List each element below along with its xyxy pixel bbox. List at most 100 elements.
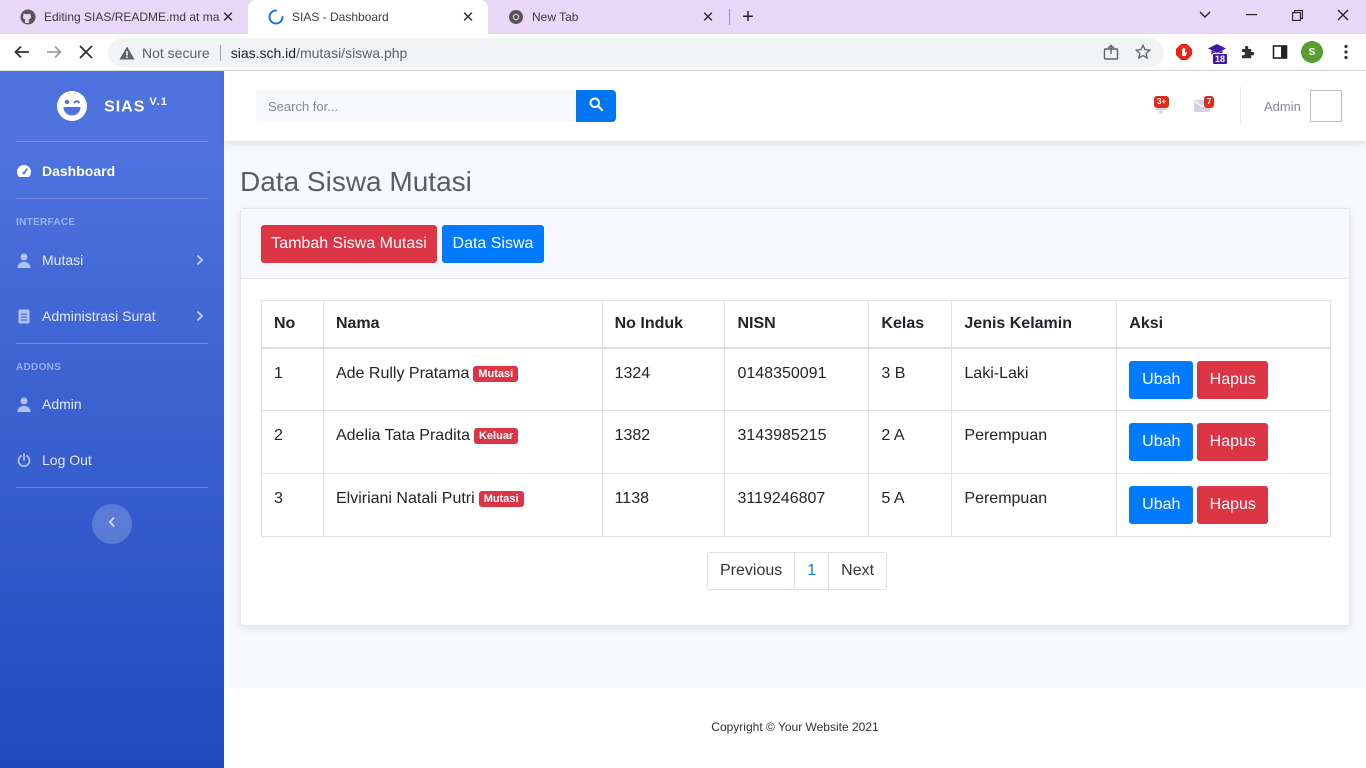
sidebar-item-label: Admin <box>42 396 82 412</box>
cell-nama: Ade Rully Pratama Mutasi <box>322 347 603 411</box>
sidebar-item-mutasi[interactable]: Mutasi <box>0 232 224 288</box>
pagination-page[interactable]: 1 <box>795 553 830 589</box>
close-tab-icon[interactable]: ✕ <box>460 9 476 26</box>
sidebar-divider <box>16 198 208 199</box>
browser-toolbar: Not secure sias.sch.id/mutasi/siswa.php … <box>0 34 1366 71</box>
sidebar-item-label: Administrasi Surat <box>42 308 156 324</box>
adblock-extension-icon[interactable] <box>1174 42 1194 62</box>
messages-badge: 7 <box>1204 96 1215 108</box>
user-name[interactable]: Admin <box>1264 99 1301 114</box>
column-header-jenis-kelamin: Jenis Kelamin <box>951 300 1118 349</box>
browser-tab-strip: Editing SIAS/README.md at mas ✕ SIAS - D… <box>0 0 1366 34</box>
chevron-right-icon <box>194 308 206 324</box>
extensions-puzzle-icon[interactable] <box>1238 42 1258 62</box>
alerts-badge: 3+ <box>1154 96 1170 108</box>
back-icon[interactable] <box>9 39 35 65</box>
cell-no: 3 <box>261 473 324 537</box>
status-badge: Mutasi <box>478 491 524 507</box>
brand-text: SIAS <box>104 98 146 116</box>
column-header-nisn: NISN <box>724 300 870 349</box>
sidebar-item-logout[interactable]: Log Out <box>0 432 224 488</box>
sidebar-item-admin[interactable]: Admin <box>0 376 224 432</box>
brand-version: V.1 <box>149 95 168 108</box>
cell-nisn: 3143985215 <box>724 410 870 474</box>
tab-new-tab[interactable]: New Tab ✕ <box>488 0 728 34</box>
page-title: Data Siswa Mutasi <box>240 166 472 197</box>
sidebar-item-administrasi-surat[interactable]: Administrasi Surat <box>0 288 224 344</box>
cell-aksi: Ubah Hapus <box>1116 410 1331 474</box>
hapus-button[interactable]: Hapus <box>1197 360 1269 399</box>
tab-sias-dashboard[interactable]: SIAS - Dashboard ✕ <box>248 0 488 34</box>
sidebar-toggle-button[interactable] <box>92 504 132 544</box>
copyright-text: Copyright © Your Website 2021 <box>711 720 879 734</box>
cell-no: 1 <box>261 347 324 411</box>
share-icon[interactable] <box>1102 43 1120 61</box>
github-icon <box>20 9 36 25</box>
sidebar-brand[interactable]: SIAS V.1 <box>0 71 224 141</box>
stop-loading-icon[interactable] <box>73 39 99 65</box>
tab-search-chevron-icon[interactable] <box>1182 0 1228 30</box>
sidebar-heading-addons: ADDONS <box>16 362 62 373</box>
cell-kelas: 3 B <box>868 347 953 411</box>
cell-nama: Adelia Tata Pradita Keluar <box>322 410 603 474</box>
cell-jenis-kelamin: Laki-Laki <box>951 347 1118 411</box>
topbar: 3+ 7 Admin <box>224 71 1366 141</box>
cell-jenis-kelamin: Perempuan <box>951 410 1118 474</box>
ubah-button[interactable]: Ubah <box>1129 423 1194 461</box>
tambah-siswa-mutasi-button[interactable]: Tambah Siswa Mutasi <box>261 225 437 263</box>
power-off-icon <box>16 452 32 468</box>
extension-badge: 18 <box>1212 53 1229 65</box>
close-window-icon[interactable] <box>1320 0 1366 30</box>
column-header-kelas: Kelas <box>868 300 953 349</box>
sidebar-item-dashboard[interactable]: Dashboard <box>0 143 224 199</box>
sidebar-divider <box>16 343 208 344</box>
close-tab-icon[interactable]: ✕ <box>220 9 236 26</box>
status-badge: Keluar <box>473 428 519 444</box>
search-button[interactable] <box>576 90 616 122</box>
tab-github-readme[interactable]: Editing SIAS/README.md at mas ✕ <box>0 0 248 34</box>
sidebar: SIAS V.1 Dashboard INTERFACE Mutasi Admin… <box>0 71 224 768</box>
sidebar-divider <box>16 487 208 488</box>
table-row: 3 Elviriani Natali Putri Mutasi 1138 3119… <box>261 473 1331 537</box>
restore-icon[interactable] <box>1274 0 1320 30</box>
footer: Copyright © Your Website 2021 <box>224 688 1366 768</box>
column-header-aksi: Aksi <box>1116 300 1331 349</box>
bookmark-star-icon[interactable] <box>1134 43 1152 61</box>
address-bar[interactable]: Not secure sias.sch.id/mutasi/siswa.php <box>108 38 1164 67</box>
column-header-no-induk: No Induk <box>601 300 726 349</box>
students-table: No Nama No Induk NISN Kelas Jenis Kelami… <box>261 300 1331 537</box>
pagination-next[interactable]: Next <box>829 553 886 589</box>
url-path: /mutasi/siswa.php <box>296 44 408 61</box>
omnibox-divider <box>219 44 221 61</box>
forward-icon[interactable] <box>41 39 67 65</box>
close-tab-icon[interactable]: ✕ <box>700 9 716 26</box>
search-input[interactable] <box>256 90 576 122</box>
side-panel-icon[interactable] <box>1270 42 1290 62</box>
minimize-icon[interactable] <box>1228 0 1274 30</box>
profile-avatar[interactable]: S <box>1301 41 1323 63</box>
table-header-row: No Nama No Induk NISN Kelas Jenis Kelami… <box>261 300 1331 349</box>
ubah-button[interactable]: Ubah <box>1129 360 1194 399</box>
graduation-cap-extension-icon[interactable]: 18 <box>1207 42 1229 65</box>
cell-kelas: 2 A <box>868 410 953 474</box>
warning-triangle-icon[interactable] <box>118 44 136 62</box>
new-tab-icon[interactable]: + <box>736 5 760 29</box>
cell-no-induk: 1138 <box>601 473 726 537</box>
user-icon <box>16 396 32 412</box>
pagination-previous[interactable]: Previous <box>708 553 796 589</box>
tab-title: Editing SIAS/README.md at mas <box>44 10 220 24</box>
cell-kelas: 5 A <box>868 473 953 537</box>
hapus-button[interactable]: Hapus <box>1197 423 1269 461</box>
sidebar-item-label: Mutasi <box>42 252 84 268</box>
sidebar-item-label: Log Out <box>42 452 92 468</box>
chrome-icon <box>508 9 524 25</box>
search-icon <box>589 97 604 116</box>
table-row: 1 Ade Rully Pratama Mutasi 1324 014835009… <box>261 347 1331 411</box>
browser-menu-icon[interactable] <box>1336 42 1356 62</box>
hapus-button[interactable]: Hapus <box>1197 486 1269 524</box>
student-name: Ade Rully Pratama <box>335 364 470 382</box>
topbar-divider <box>1240 87 1241 125</box>
ubah-button[interactable]: Ubah <box>1129 486 1194 524</box>
data-siswa-button[interactable]: Data Siswa <box>442 225 544 263</box>
user-avatar[interactable] <box>1310 90 1342 122</box>
